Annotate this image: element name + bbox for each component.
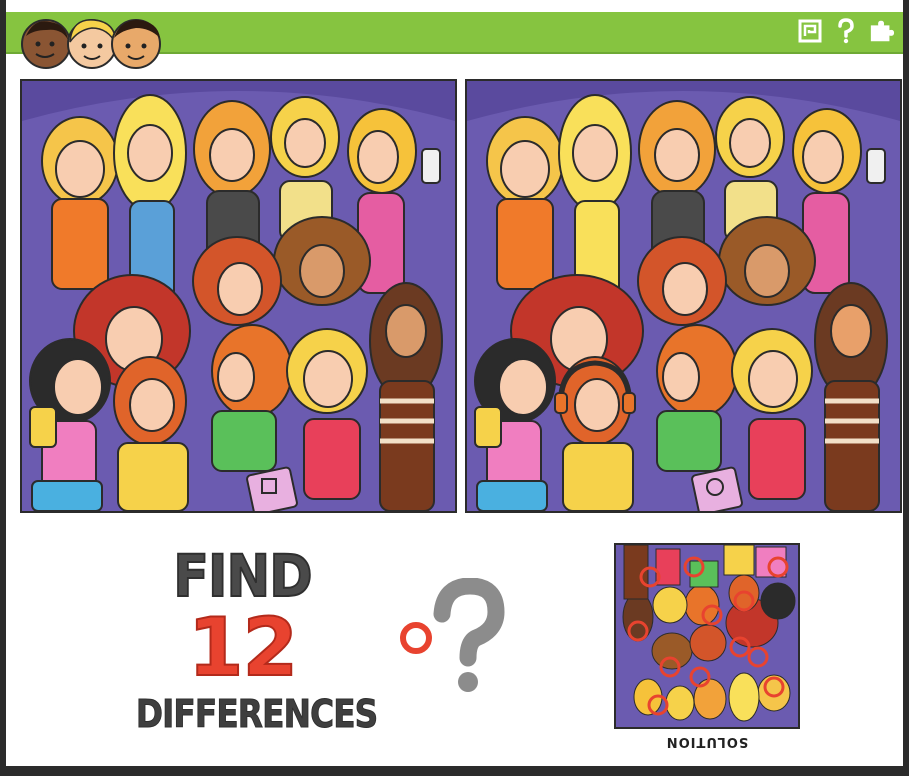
footer-bar (0, 766, 909, 776)
solution-label: SOLUTION (665, 734, 749, 749)
header-icons (797, 18, 895, 44)
find-label: FIND (172, 541, 313, 611)
left-picture[interactable] (20, 79, 457, 513)
kids-faces-logo (21, 19, 161, 69)
puzzle-piece-icon (869, 18, 895, 44)
differences-count: 12 (187, 601, 299, 694)
question-icon (833, 18, 859, 44)
right-picture[interactable] (465, 79, 902, 513)
question-mark-icon (400, 578, 505, 692)
solution-thumbnail[interactable] (614, 543, 800, 729)
square-spiral-icon (797, 18, 823, 44)
differences-label: DIFFERENCES (135, 692, 378, 737)
